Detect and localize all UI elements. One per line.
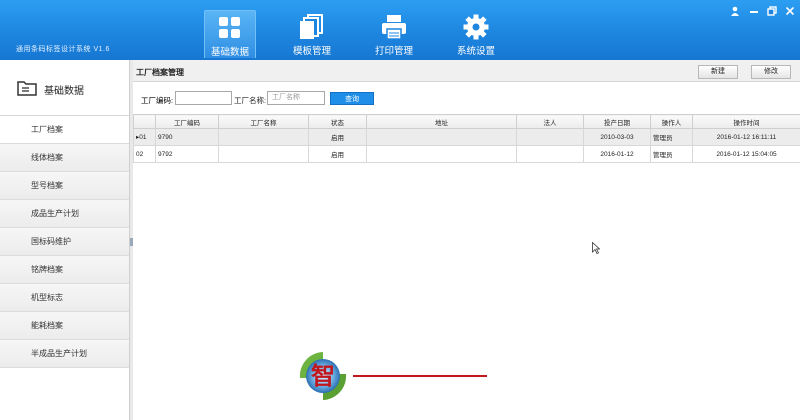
cell-time: 2016-01-12 16:11:11 bbox=[692, 128, 800, 146]
new-button[interactable]: 新建 bbox=[698, 65, 738, 79]
cell-code: 9790 bbox=[155, 128, 219, 146]
restore-icon[interactable] bbox=[765, 6, 779, 19]
sidebar-item-model[interactable]: 型号档案 bbox=[0, 172, 129, 200]
app-title: 通用条码标签设计系统 V1.6 bbox=[16, 46, 110, 53]
factory-code-label: 工厂编码: bbox=[141, 96, 174, 105]
page-title: 工厂档案管理 bbox=[136, 68, 184, 77]
folder-icon bbox=[17, 81, 37, 96]
logo-char: 智 bbox=[311, 361, 335, 390]
sidebar-item-gb-code[interactable]: 国标码维护 bbox=[0, 228, 129, 256]
cell-date: 2016-01-12 bbox=[583, 145, 651, 163]
cell-address bbox=[366, 145, 517, 163]
cell-operator: 管理员 bbox=[650, 128, 693, 146]
sidebar-item-semi-plan[interactable]: 半成品生产计划 bbox=[0, 340, 129, 368]
cell-name bbox=[218, 128, 309, 146]
row-number: ▸01 bbox=[133, 128, 156, 146]
factory-name-input[interactable]: 工厂名称 bbox=[267, 91, 325, 105]
table-header-row: 工厂编码 工厂名称 状态 地址 法人 投产日期 操作人 操作时间 bbox=[133, 114, 800, 129]
col-header-code[interactable]: 工厂编码 bbox=[155, 114, 219, 129]
sidebar-item-energy[interactable]: 能耗档案 bbox=[0, 312, 129, 340]
col-header-legal[interactable]: 法人 bbox=[516, 114, 584, 129]
content-header: 工厂档案管理 新建 修改 bbox=[133, 60, 800, 82]
cell-status: 启用 bbox=[308, 128, 367, 146]
stack-icon bbox=[300, 14, 323, 39]
nav-label: 打印管理 bbox=[374, 46, 413, 57]
cell-status: 启用 bbox=[308, 145, 367, 163]
sidebar-item-machine-mark[interactable]: 机型标志 bbox=[0, 284, 129, 312]
table-row[interactable]: ▸01 9790 启用 2010-03-03 管理员 2016-01-12 16… bbox=[133, 128, 800, 146]
logo-divider bbox=[353, 375, 487, 377]
mouse-cursor-icon bbox=[592, 242, 600, 254]
sidebar-header: 基础数据 bbox=[0, 60, 129, 116]
query-button[interactable]: 查询 bbox=[330, 92, 374, 105]
title-bar: 通用条码标签设计系统 V1.6 基础数据 模板管理 打印管理 系统设置 bbox=[0, 0, 800, 60]
factory-table: 工厂编码 工厂名称 状态 地址 法人 投产日期 操作人 操作时间 ▸01 979… bbox=[133, 114, 800, 163]
row-number: 02 bbox=[133, 145, 156, 163]
factory-code-input[interactable] bbox=[175, 91, 232, 105]
col-header-time[interactable]: 操作时间 bbox=[692, 114, 800, 129]
col-header-address[interactable]: 地址 bbox=[366, 114, 517, 129]
cell-legal bbox=[516, 128, 584, 146]
sidebar-item-production-plan[interactable]: 成品生产计划 bbox=[0, 200, 129, 228]
nav-label: 系统设置 bbox=[456, 46, 495, 57]
sidebar-item-factory[interactable]: 工厂档案 bbox=[0, 116, 129, 144]
factory-name-label: 工厂名称: bbox=[234, 96, 267, 105]
nav-template[interactable]: 模板管理 bbox=[286, 10, 338, 58]
nav-label: 模板管理 bbox=[292, 46, 331, 57]
sidebar-item-nameplate[interactable]: 铭牌档案 bbox=[0, 256, 129, 284]
nav-settings[interactable]: 系统设置 bbox=[450, 10, 502, 58]
col-header-date[interactable]: 投产日期 bbox=[583, 114, 651, 129]
zhi-logo: 智 bbox=[299, 352, 347, 400]
cell-date: 2010-03-03 bbox=[583, 128, 651, 146]
sidebar: 基础数据 工厂档案 线体档案 型号档案 成品生产计划 国标码维护 铭牌档案 机型… bbox=[0, 60, 130, 420]
sidebar-item-line[interactable]: 线体档案 bbox=[0, 144, 129, 172]
close-icon[interactable] bbox=[783, 6, 797, 19]
cell-legal bbox=[516, 145, 584, 163]
grid-icon bbox=[219, 17, 240, 38]
col-header-operator[interactable]: 操作人 bbox=[650, 114, 693, 129]
table-row[interactable]: 02 9792 启用 2016-01-12 管理员 2016-01-12 15:… bbox=[133, 145, 800, 163]
col-header-rownum bbox=[133, 114, 156, 129]
nav-print[interactable]: 打印管理 bbox=[368, 10, 420, 58]
sidebar-title: 基础数据 bbox=[44, 86, 84, 97]
col-header-status[interactable]: 状态 bbox=[308, 114, 367, 129]
edit-button[interactable]: 修改 bbox=[751, 65, 791, 79]
cell-name bbox=[218, 145, 309, 163]
nav-label: 基础数据 bbox=[210, 47, 249, 58]
gear-icon bbox=[463, 14, 489, 40]
minimize-icon[interactable] bbox=[747, 6, 761, 19]
cell-code: 9792 bbox=[155, 145, 219, 163]
cell-address bbox=[366, 128, 517, 146]
cell-time: 2016-01-12 15:04:05 bbox=[692, 145, 800, 163]
user-icon[interactable] bbox=[728, 6, 742, 19]
col-header-name[interactable]: 工厂名称 bbox=[218, 114, 309, 129]
printer-icon bbox=[382, 15, 406, 40]
nav-basic-data[interactable]: 基础数据 bbox=[204, 10, 256, 58]
cell-operator: 管理员 bbox=[650, 145, 693, 163]
main-content: 工厂档案管理 新建 修改 工厂编码: 工厂名称: 工厂名称 查询 工厂编码 工厂… bbox=[133, 60, 800, 420]
